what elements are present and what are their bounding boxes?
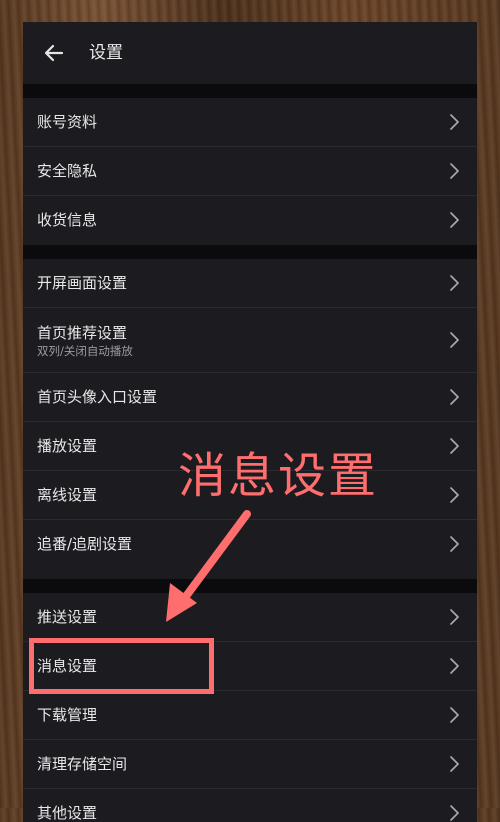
- annotation-highlight-box: [29, 638, 214, 694]
